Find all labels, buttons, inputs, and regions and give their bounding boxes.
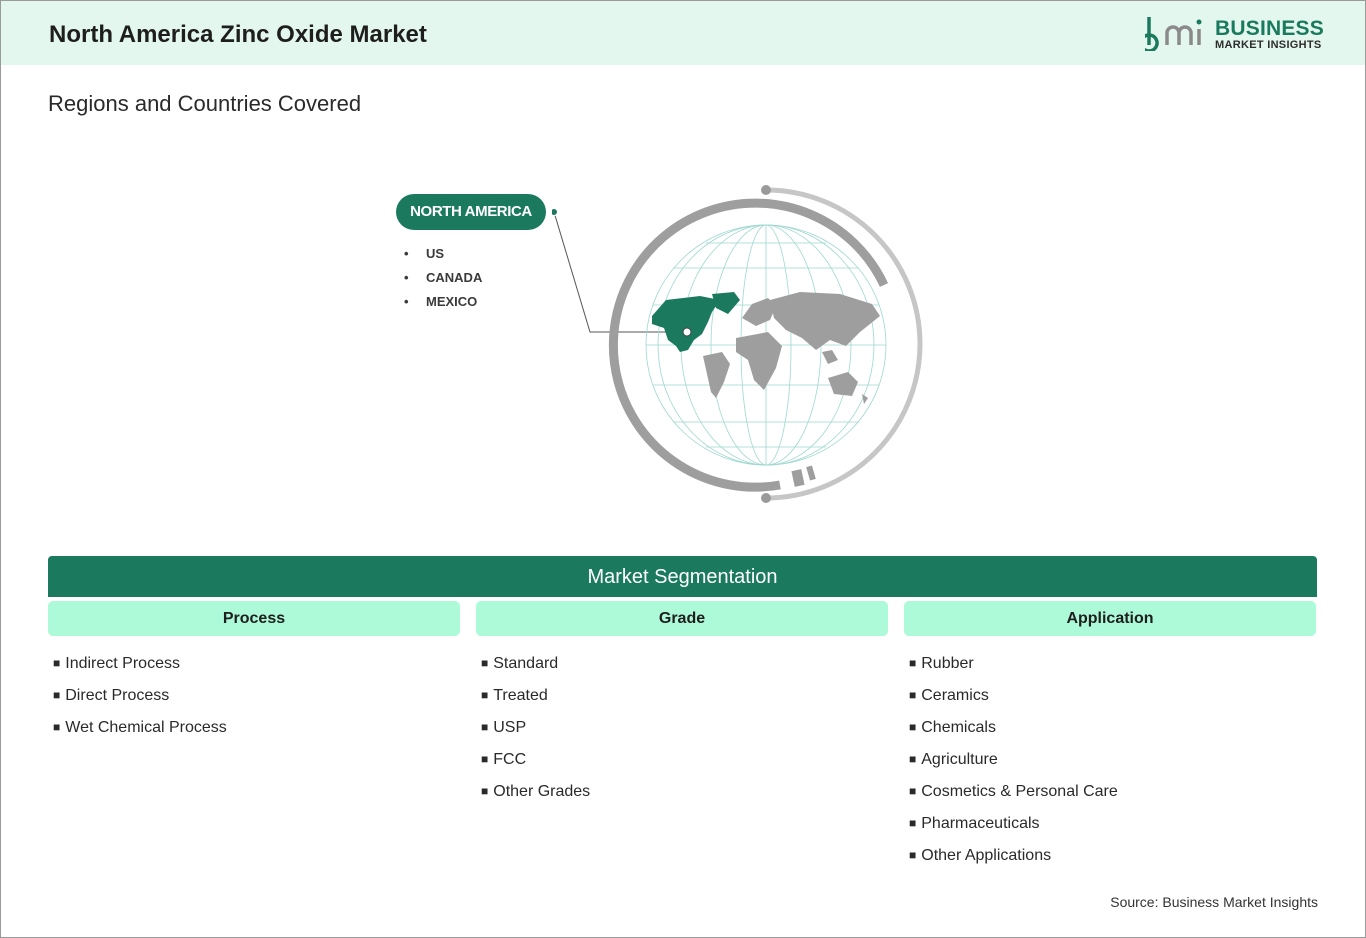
- country-label: CANADA: [426, 270, 483, 285]
- application-list: ■ Rubber ■ Ceramics ■ Chemicals ■ Agricultur…: [909, 654, 1118, 878]
- country-label: MEXICO: [426, 294, 478, 309]
- list-item: ■ Other Grades: [481, 782, 590, 814]
- list-item: ■ Pharmaceuticals: [909, 814, 1118, 846]
- connector-dot: [552, 208, 558, 216]
- page-header: North America Zinc Oxide Market BUSINESS…: [1, 1, 1365, 65]
- column-heading-grade: Grade: [476, 601, 888, 636]
- square-bullet-icon: ■: [53, 720, 61, 734]
- item-label: Chemicals: [921, 719, 996, 736]
- list-item: ■ USP: [481, 718, 590, 750]
- page-title: North America Zinc Oxide Market: [49, 21, 427, 48]
- item-label: Cosmetics & Personal Care: [921, 783, 1118, 800]
- item-label: Agriculture: [921, 751, 998, 768]
- square-bullet-icon: ■: [909, 848, 917, 862]
- column-heading-application: Application: [904, 601, 1316, 636]
- list-item: ■ Treated: [481, 686, 590, 718]
- square-bullet-icon: ■: [481, 784, 489, 798]
- square-bullet-icon: ■: [909, 688, 917, 702]
- list-item: ■ Agriculture: [909, 750, 1118, 782]
- process-list: ■ Indirect Process ■ Direct Process ■ Wet C…: [53, 654, 227, 750]
- region-label-north-america: NORTH AMERICA: [396, 194, 546, 230]
- list-item: ■ Direct Process: [53, 686, 227, 718]
- item-label: FCC: [493, 751, 527, 768]
- square-bullet-icon: ■: [481, 656, 489, 670]
- item-label: Indirect Process: [65, 655, 180, 672]
- item-label: Direct Process: [65, 687, 170, 704]
- square-bullet-icon: ■: [481, 720, 489, 734]
- item-label: Pharmaceuticals: [921, 815, 1040, 832]
- square-bullet-icon: ■: [481, 688, 489, 702]
- bullet-dot-icon: •: [404, 270, 409, 285]
- square-bullet-icon: ■: [481, 752, 489, 766]
- item-label: Treated: [493, 687, 548, 704]
- arc-end-bottom: [761, 493, 771, 503]
- list-item: ■ Chemicals: [909, 718, 1118, 750]
- list-item: ■ Wet Chemical Process: [53, 718, 227, 750]
- item-label: Other Grades: [493, 783, 591, 800]
- list-item: ■ Rubber: [909, 654, 1118, 686]
- item-label: Wet Chemical Process: [65, 719, 227, 736]
- ring-tick: [791, 469, 805, 487]
- country-item: • US: [404, 244, 482, 268]
- bmi-logo-mark: [1145, 17, 1202, 51]
- country-item: • CANADA: [404, 268, 482, 292]
- country-item: • MEXICO: [404, 292, 482, 316]
- item-label: USP: [493, 719, 527, 736]
- list-item: ■ Ceramics: [909, 686, 1118, 718]
- item-label: Other Applications: [921, 847, 1052, 864]
- square-bullet-icon: ■: [909, 656, 917, 670]
- bullet-dot-icon: •: [404, 294, 409, 309]
- source-note: Source: Business Market Insights: [1110, 894, 1318, 910]
- column-heading-process: Process: [48, 601, 460, 636]
- list-item: ■ FCC: [481, 750, 590, 782]
- square-bullet-icon: ■: [909, 720, 917, 734]
- list-item: ■ Standard: [481, 654, 590, 686]
- market-segmentation-header: Market Segmentation: [48, 556, 1317, 597]
- square-bullet-icon: ■: [53, 688, 61, 702]
- ring-tick: [806, 465, 816, 481]
- arc-end-top: [761, 185, 771, 195]
- item-label: Ceramics: [921, 687, 989, 704]
- world-globe-graphic: [552, 185, 923, 503]
- country-list: • US • CANADA • MEXICO: [404, 244, 482, 316]
- list-item: ■ Indirect Process: [53, 654, 227, 686]
- item-label: Rubber: [921, 655, 974, 672]
- list-item: ■ Other Applications: [909, 846, 1118, 878]
- square-bullet-icon: ■: [909, 784, 917, 798]
- square-bullet-icon: ■: [909, 752, 917, 766]
- country-label: US: [426, 246, 445, 261]
- item-label: Standard: [493, 655, 559, 672]
- list-item: ■ Cosmetics & Personal Care: [909, 782, 1118, 814]
- north-america-highlight: [652, 292, 740, 352]
- bmi-logo: BUSINESS MARKET INSIGHTS: [1145, 15, 1325, 55]
- logo-text-business: BUSINESS: [1215, 17, 1324, 40]
- grade-list: ■ Standard ■ Treated ■ USP ■ FCC ■ Other Grad…: [481, 654, 590, 814]
- bullet-dot-icon: •: [404, 246, 409, 261]
- us-location-marker: [682, 327, 692, 337]
- square-bullet-icon: ■: [53, 656, 61, 670]
- regions-subtitle: Regions and Countries Covered: [48, 91, 362, 116]
- logo-text-market-insights: MARKET INSIGHTS: [1215, 39, 1322, 51]
- square-bullet-icon: ■: [909, 816, 917, 830]
